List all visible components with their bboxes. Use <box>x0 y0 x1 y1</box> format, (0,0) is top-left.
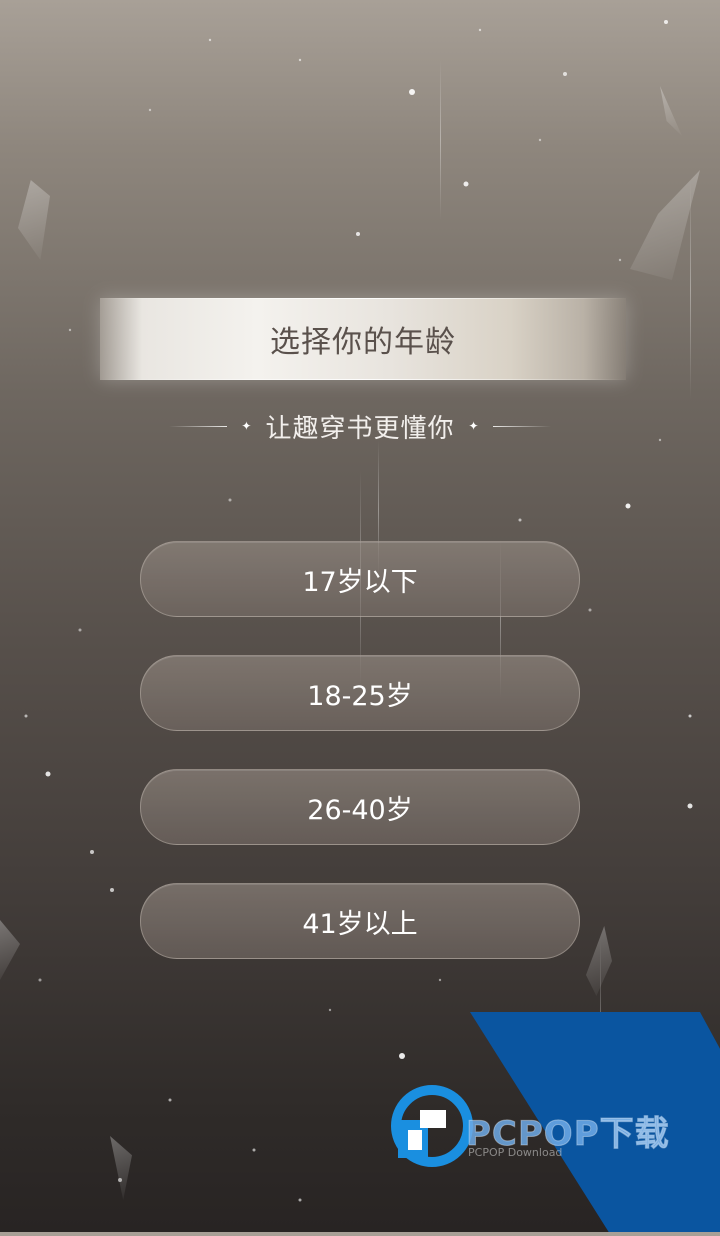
age-option-26-40-button[interactable]: 26-40岁 <box>140 769 580 845</box>
sparkle-icon: ✦ <box>241 419 252 433</box>
age-option-over-41-button[interactable]: 41岁以上 <box>140 883 580 959</box>
title-banner: 选择你的年龄 <box>100 298 626 380</box>
watermark-subtext: PCPOP Download <box>468 1146 563 1159</box>
crystal-shard <box>630 170 700 280</box>
age-option-under-17-button[interactable]: 17岁以下 <box>140 541 580 617</box>
watermark: PCPOP下载 PCPOP Download <box>390 1002 720 1232</box>
subtitle-row: ✦ 让趣穿书更懂你 ✦ <box>0 406 720 446</box>
crystal-shard <box>0 920 20 980</box>
light-streak <box>690 180 691 400</box>
sparkle-icon: ✦ <box>468 419 479 433</box>
decorative-line-right <box>492 425 551 427</box>
age-option-18-25-button[interactable]: 18-25岁 <box>140 655 580 731</box>
page-title: 选择你的年龄 <box>270 325 456 360</box>
crystal-shard <box>586 926 612 996</box>
pcpop-logo-icon <box>391 1085 473 1167</box>
crystal-shard <box>18 180 50 260</box>
page-subtitle: 让趣穿书更懂你 <box>265 413 455 444</box>
age-options-list: 17岁以下 18-25岁 26-40岁 41岁以上 <box>140 541 580 997</box>
crystal-shard <box>660 86 682 136</box>
light-streak <box>440 60 441 220</box>
decorative-line-left <box>169 425 228 427</box>
crystal-shard <box>110 1136 132 1200</box>
